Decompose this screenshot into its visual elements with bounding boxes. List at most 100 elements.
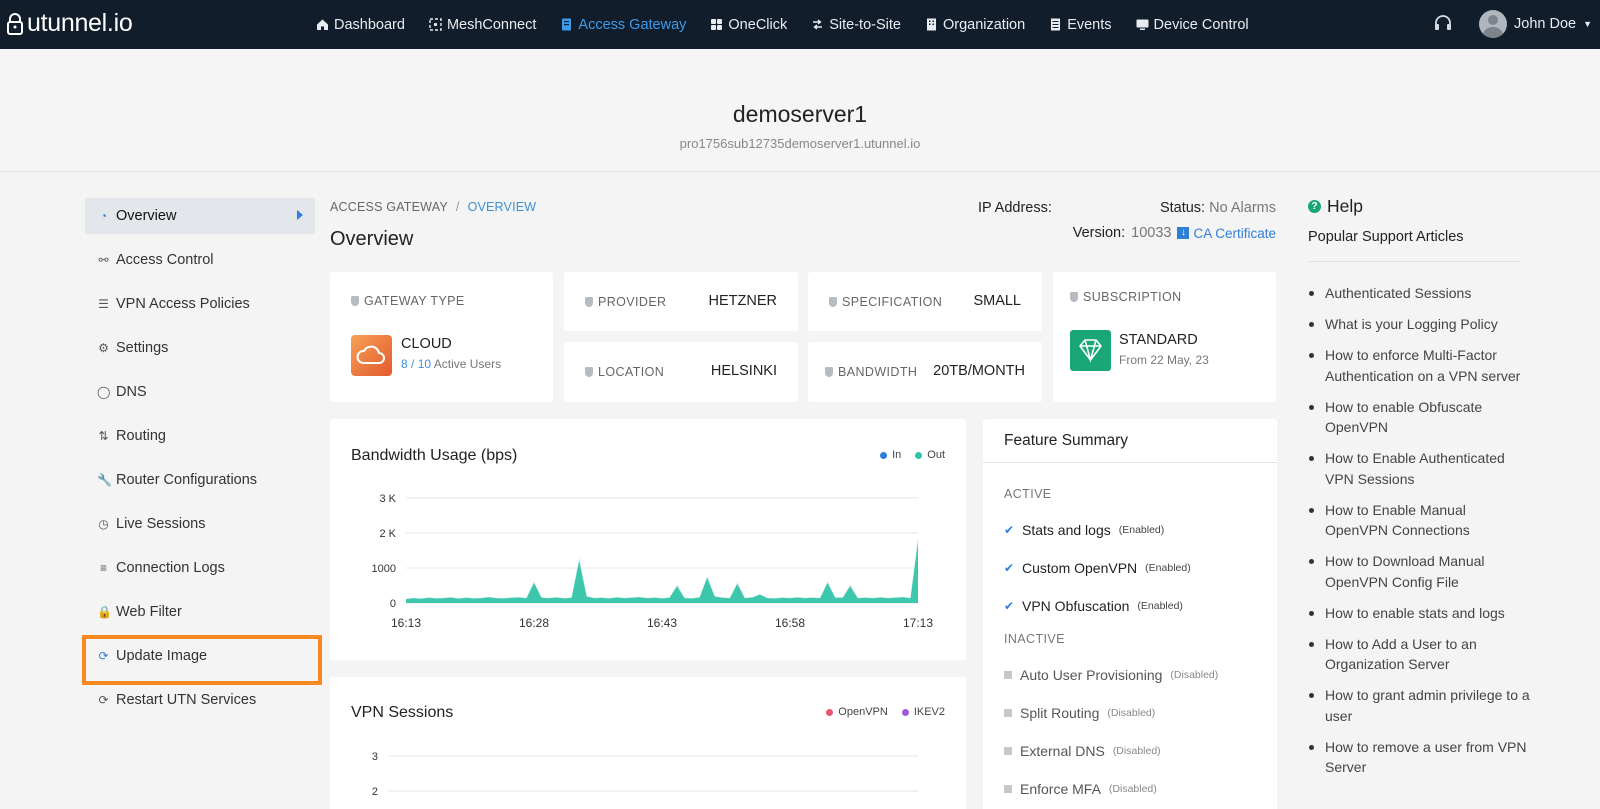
home-icon: [317, 19, 328, 30]
location-value: HELSINKI: [710, 363, 777, 379]
feature-summary-header: Feature Summary: [983, 419, 1277, 463]
nav-events[interactable]: Events: [1049, 16, 1112, 33]
active-users: 8 / 10 Active Users: [401, 357, 501, 371]
page-title: Overview: [330, 228, 414, 250]
brand-logo[interactable]: utunnel.io: [6, 9, 133, 38]
chevron-right-icon: [297, 210, 303, 220]
mesh-icon: [429, 18, 442, 31]
nav-access-gateway[interactable]: Access Gateway: [560, 17, 686, 33]
support-article-link[interactable]: How to remove a user from VPN Server: [1308, 737, 1530, 778]
nav-oneclick[interactable]: OneClick: [710, 17, 787, 33]
sidebar-item-label: Connection Logs: [116, 560, 225, 576]
feature-state: (Enabled): [1118, 524, 1165, 536]
nav-label: Organization: [942, 16, 1026, 33]
nav-site-to-site[interactable]: Site-to-Site: [811, 17, 901, 33]
support-article-link[interactable]: How to Enable Authenticated VPN Sessions: [1308, 448, 1530, 489]
help-subtitle: Popular Support Articles: [1308, 229, 1464, 245]
sidebar-item-restart-utn-services[interactable]: ⟳ Restart UTN Services: [85, 682, 315, 718]
feature-label: Split Routing: [1020, 705, 1100, 721]
sidebar-item-label: VPN Access Policies: [116, 296, 250, 312]
routing-icon: ⇅: [98, 429, 109, 443]
y-tick-label: 3 K: [379, 493, 396, 505]
sidebar-item-live-sessions[interactable]: ◷ Live Sessions: [85, 506, 315, 542]
user-icon: ⚯: [98, 253, 109, 267]
sidebar-item-dns[interactable]: ◯ DNS: [85, 374, 315, 410]
provider-card: PROVIDER HETZNER: [564, 272, 798, 331]
y-tick-label: 2 K: [379, 528, 396, 540]
nav-organization[interactable]: Organization: [925, 17, 1025, 33]
feature-item: Enforce MFA (Disabled): [1004, 781, 1157, 797]
sidebar-item-label: Access Control: [116, 252, 214, 268]
sidebar-item-connection-logs[interactable]: ≡ Connection Logs: [85, 550, 315, 586]
active-users-suffix: Active Users: [433, 357, 502, 371]
help-title-text: Help: [1327, 196, 1363, 216]
feature-item: ✔ VPN Obfuscation (Enabled): [1004, 598, 1183, 614]
feature-item: Split Routing (Disabled): [1004, 705, 1155, 721]
feature-item: Auto User Provisioning (Disabled): [1004, 667, 1218, 683]
status: Status: No Alarms: [1160, 200, 1276, 216]
active-users-count: 8: [401, 357, 408, 371]
sidebar-item-label: Router Configurations: [116, 472, 258, 488]
support-article-link[interactable]: How to grant admin privilege to a user: [1308, 685, 1530, 726]
checkmark-icon: ✔: [1004, 561, 1015, 575]
sidebar-item-routing[interactable]: ⇅ Routing: [85, 418, 315, 454]
sidebar-item-vpn-access-policies[interactable]: ☰ VPN Access Policies: [85, 286, 315, 322]
feature-summary-panel: Feature Summary ACTIVE ✔ Stats and logs (E…: [983, 419, 1277, 809]
status-value: No Alarms: [1209, 200, 1276, 216]
support-article-link[interactable]: How to enforce Multi-Factor Authenticati…: [1308, 345, 1530, 386]
restart-icon: ⟳: [98, 693, 109, 707]
y-tick-label: 2: [372, 786, 378, 798]
support-article-link[interactable]: How to Add a User to an Organization Ser…: [1308, 634, 1530, 675]
specification-card: SPECIFICATION SMALL: [808, 272, 1042, 331]
x-tick-label: 16:28: [519, 616, 549, 630]
bandwidth-chart[interactable]: 3 K 2 K 1000 0 16:13 16:28 16:43 16:58 17:13: [330, 419, 966, 660]
out-series-area: [406, 541, 918, 603]
support-articles-list: Authenticated Sessions What is your Logg…: [1308, 283, 1530, 788]
nav-dashboard[interactable]: Dashboard: [316, 17, 405, 33]
nav-meshconnect[interactable]: MeshConnect: [429, 17, 536, 33]
user-menu[interactable]: John Doe ▼: [1479, 10, 1592, 38]
support-article-link[interactable]: How to Enable Manual OpenVPN Connections: [1308, 500, 1530, 541]
support-article-link[interactable]: What is your Logging Policy: [1308, 314, 1530, 335]
nav-label: Events: [1067, 16, 1112, 33]
shield-icon: [585, 367, 593, 377]
gateway-type-value: CLOUD: [401, 336, 452, 352]
user-name: John Doe: [1514, 16, 1577, 32]
ca-certificate-link[interactable]: ↓ CA Certificate: [1177, 226, 1276, 241]
ca-certificate-label: CA Certificate: [1193, 225, 1276, 241]
diamond-icon: [1070, 330, 1111, 371]
support-article-link[interactable]: How to enable Obfuscate OpenVPN: [1308, 397, 1530, 438]
location-card: LOCATION HELSINKI: [564, 342, 798, 402]
x-tick-label: 16:58: [775, 616, 805, 630]
logs-icon: ≡: [99, 561, 107, 575]
nav-label: Access Gateway: [578, 16, 687, 33]
brand-name: utunnel.io: [27, 9, 133, 37]
headset-icon[interactable]: [1433, 14, 1453, 37]
server-header: demoserver1 pro1756sub12735demoserver1.u…: [0, 49, 1600, 172]
cloud-icon: [351, 335, 392, 376]
sidebar-item-overview[interactable]: ◔ Overview: [85, 198, 315, 234]
card-label: SUBSCRIPTION: [1070, 290, 1182, 304]
wrench-icon: 🔧: [97, 473, 112, 487]
active-section-label: ACTIVE: [1004, 487, 1052, 501]
support-article-link[interactable]: How to Download Manual OpenVPN Config Fi…: [1308, 551, 1530, 592]
nav-label: OneClick: [728, 16, 788, 33]
total-users-count: 10: [417, 357, 432, 371]
sidebar-item-web-filter[interactable]: 🔒 Web Filter: [85, 594, 315, 630]
nav-device-control[interactable]: Device Control: [1136, 17, 1249, 33]
support-article-link[interactable]: Authenticated Sessions: [1308, 283, 1530, 304]
sidebar-item-access-control[interactable]: ⚯ Access Control: [85, 242, 315, 278]
sidebar-item-settings[interactable]: ⚙ Settings: [85, 330, 315, 366]
vpn-sessions-chart[interactable]: 32: [330, 677, 966, 809]
card-label-text: SUBSCRIPTION: [1083, 290, 1182, 304]
sidebar-item-router-configurations[interactable]: 🔧 Router Configurations: [85, 462, 315, 498]
breadcrumb-root[interactable]: ACCESS GATEWAY: [330, 200, 448, 214]
out-series-shadow: [406, 536, 918, 603]
server-hostname: pro1756sub12735demoserver1.utunnel.io: [679, 136, 921, 151]
bandwidth-value: 20TB/MONTH: [933, 363, 1025, 379]
sidebar-item-label: Live Sessions: [116, 516, 206, 532]
y-tick-label: 0: [390, 598, 396, 610]
avatar: [1479, 10, 1507, 38]
feature-label: Custom OpenVPN: [1022, 560, 1138, 576]
support-article-link[interactable]: How to enable stats and logs: [1308, 603, 1530, 624]
